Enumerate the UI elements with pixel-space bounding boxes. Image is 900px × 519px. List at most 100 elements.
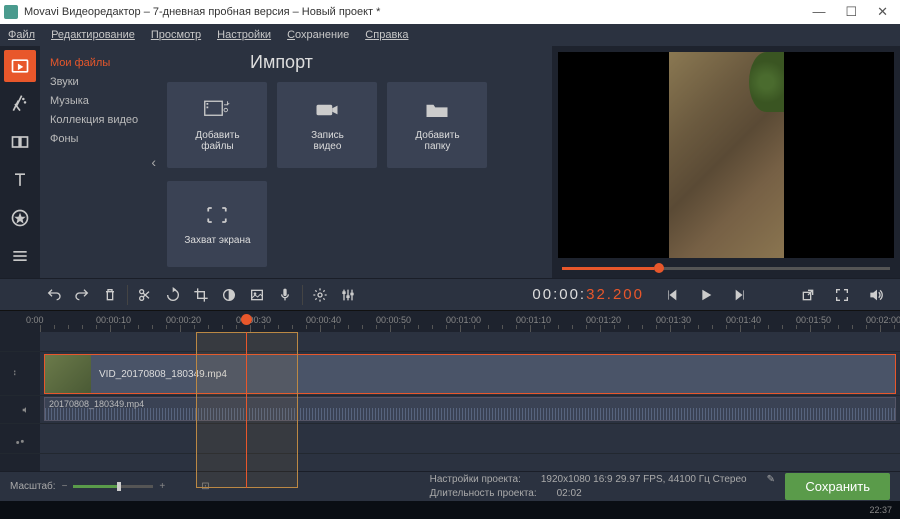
tile-label: Захват экрана [184, 235, 250, 246]
menu-settings[interactable]: Настройки [217, 29, 271, 41]
redo-button[interactable] [68, 281, 96, 309]
zoom-out-button[interactable]: − [62, 481, 68, 492]
menu-help[interactable]: Справка [365, 29, 408, 41]
timeline-tracks: VID_20170808_180349.mp4 20170808_180349.… [0, 332, 900, 484]
ruler-label: 00:01:40 [726, 315, 761, 325]
maximize-button[interactable]: ☐ [845, 4, 857, 20]
category-list: Мои файлы Звуки Музыка Коллекция видео Ф… [50, 54, 146, 270]
menu-save[interactable]: Сохранение [287, 29, 349, 41]
menu-bar: Файл Редактирование Просмотр Настройки С… [0, 24, 900, 46]
folder-icon [423, 98, 451, 122]
ruler-label: 00:00:50 [376, 315, 411, 325]
prev-button[interactable] [658, 281, 686, 309]
undo-button[interactable] [40, 281, 68, 309]
tile-label: Добавить папку [415, 130, 459, 152]
ruler-label: 00:00:20 [166, 315, 201, 325]
cat-sounds[interactable]: Звуки [50, 73, 146, 92]
fullscreen-button[interactable] [828, 281, 856, 309]
clip-label: VID_20170808_180349.mp4 [99, 369, 227, 380]
proj-settings-value: 1920x1080 16:9 29.97 FPS, 44100 Гц Стере… [541, 473, 747, 487]
delete-button[interactable] [96, 281, 124, 309]
add-files-icon [203, 98, 231, 122]
tool-filters[interactable] [4, 88, 36, 120]
timeline-toolbar: 00:00:32.200 [0, 278, 900, 310]
menu-edit[interactable]: Редактирование [51, 29, 135, 41]
track-head-audio-linked[interactable] [0, 396, 40, 423]
timecode-display: 00:00:32.200 [532, 286, 644, 304]
save-button[interactable]: Сохранить [785, 473, 890, 500]
tile-add-folder[interactable]: Добавить папку [387, 82, 487, 168]
preview-viewport[interactable] [558, 52, 894, 258]
equalizer-button[interactable] [334, 281, 362, 309]
track-head-audio[interactable] [0, 424, 40, 453]
camera-icon [313, 98, 341, 122]
seek-bar[interactable] [558, 258, 894, 278]
preview-panel [552, 46, 900, 278]
track-audio-linked: 20170808_180349.mp4 [0, 396, 900, 424]
waveform [45, 408, 895, 420]
tile-label: Добавить файлы [195, 130, 239, 152]
color-button[interactable] [215, 281, 243, 309]
timecode-orange: 32.200 [586, 286, 644, 303]
play-button[interactable] [692, 281, 720, 309]
mic-button[interactable] [271, 281, 299, 309]
timecode-white: 00:00: [532, 286, 586, 303]
image-button[interactable] [243, 281, 271, 309]
menu-file[interactable]: Файл [8, 29, 35, 41]
cat-music[interactable]: Музыка [50, 92, 146, 111]
track-head-overlay[interactable] [0, 332, 40, 351]
cat-myfiles[interactable]: Мои файлы [50, 54, 146, 73]
zoom-fit-icon[interactable]: ⊡ [201, 481, 209, 492]
crop-button[interactable] [187, 281, 215, 309]
tool-transitions[interactable] [4, 126, 36, 158]
split-button[interactable] [131, 281, 159, 309]
os-taskbar: 22:37 [0, 501, 900, 519]
ruler-label: 00:00:10 [96, 315, 131, 325]
timeline-ruler[interactable]: 0:0000:00:1000:00:2000:00:3000:00:4000:0… [0, 310, 900, 332]
cat-backgrounds[interactable]: Фоны [50, 130, 146, 149]
settings-button[interactable] [306, 281, 334, 309]
ruler-label: 00:01:30 [656, 315, 691, 325]
menu-view[interactable]: Просмотр [151, 29, 201, 41]
cat-videocol[interactable]: Коллекция видео [50, 111, 146, 130]
tool-column [0, 46, 40, 278]
window-title: Movavi Видеоредактор – 7-дневная пробная… [24, 6, 380, 18]
next-button[interactable] [726, 281, 754, 309]
clip-thumbnail [45, 355, 91, 393]
ruler-label: 00:01:10 [516, 315, 551, 325]
zoom-slider[interactable] [73, 485, 153, 488]
minimize-button[interactable]: — [812, 4, 825, 20]
tool-import[interactable] [4, 50, 36, 82]
video-clip[interactable]: VID_20170808_180349.mp4 [44, 354, 896, 394]
tool-stickers[interactable] [4, 202, 36, 234]
tile-add-files[interactable]: Добавить файлы [167, 82, 267, 168]
zoom-in-button[interactable]: + [159, 481, 165, 492]
duration-value: 02:02 [557, 487, 582, 501]
screen-capture-icon [203, 203, 231, 227]
rotate-button[interactable] [159, 281, 187, 309]
ruler-label: 00:01:50 [796, 315, 831, 325]
audio-clip[interactable]: 20170808_180349.mp4 [44, 397, 896, 421]
preview-frame [669, 52, 784, 258]
ruler-label: 0:00 [26, 315, 44, 325]
edit-proj-icon[interactable]: ✎ [767, 473, 775, 487]
tile-record-video[interactable]: Запись видео [277, 82, 377, 168]
collapse-handle[interactable]: ‹ [146, 54, 162, 270]
volume-button[interactable] [862, 281, 890, 309]
tool-more[interactable] [4, 240, 36, 272]
tile-screen-capture[interactable]: Захват экрана [167, 181, 267, 267]
import-title: Импорт [250, 52, 313, 73]
ruler-label: 00:01:20 [586, 315, 621, 325]
status-bar: Масштаб: − + ⊡ Настройки проекта: 1920x1… [0, 471, 900, 501]
close-button[interactable]: ✕ [877, 4, 888, 20]
track-video: VID_20170808_180349.mp4 [0, 352, 900, 396]
import-panel: Импорт Мои файлы Звуки Музыка Коллекция … [40, 46, 552, 278]
track-audio [0, 424, 900, 454]
track-overlay [0, 332, 900, 352]
popout-button[interactable] [794, 281, 822, 309]
track-head-video[interactable] [0, 352, 40, 395]
tile-label: Запись видео [311, 130, 344, 152]
zoom-label: Масштаб: [10, 481, 56, 492]
tool-titles[interactable] [4, 164, 36, 196]
playhead[interactable] [246, 332, 247, 488]
